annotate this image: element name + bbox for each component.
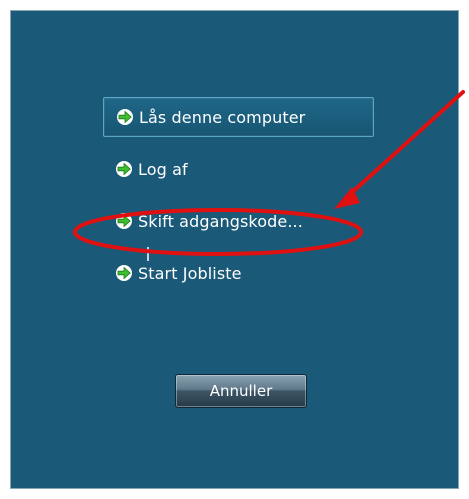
log-off-option[interactable]: Log af — [103, 149, 374, 189]
lock-computer-label: Lås denne computer — [139, 107, 306, 127]
text-cursor — [147, 247, 149, 261]
green-arrow-icon — [116, 265, 132, 281]
green-arrow-icon — [117, 109, 133, 125]
change-password-option[interactable]: Skift adgangskode... — [103, 201, 374, 241]
start-task-manager-option[interactable]: Start Jobliste — [103, 253, 374, 293]
cancel-button[interactable]: Annuller — [175, 374, 307, 408]
lock-computer-option[interactable]: Lås denne computer — [103, 97, 374, 137]
change-password-label: Skift adgangskode... — [138, 211, 303, 231]
security-options-screen: Lås denne computer Log af Skift adgangsk… — [10, 10, 459, 489]
log-off-label: Log af — [138, 159, 188, 179]
start-task-manager-label: Start Jobliste — [138, 263, 242, 283]
security-options-menu: Lås denne computer Log af Skift adgangsk… — [103, 97, 374, 305]
screenshot-frame: Lås denne computer Log af Skift adgangsk… — [0, 0, 469, 499]
green-arrow-icon — [116, 213, 132, 229]
green-arrow-icon — [116, 161, 132, 177]
